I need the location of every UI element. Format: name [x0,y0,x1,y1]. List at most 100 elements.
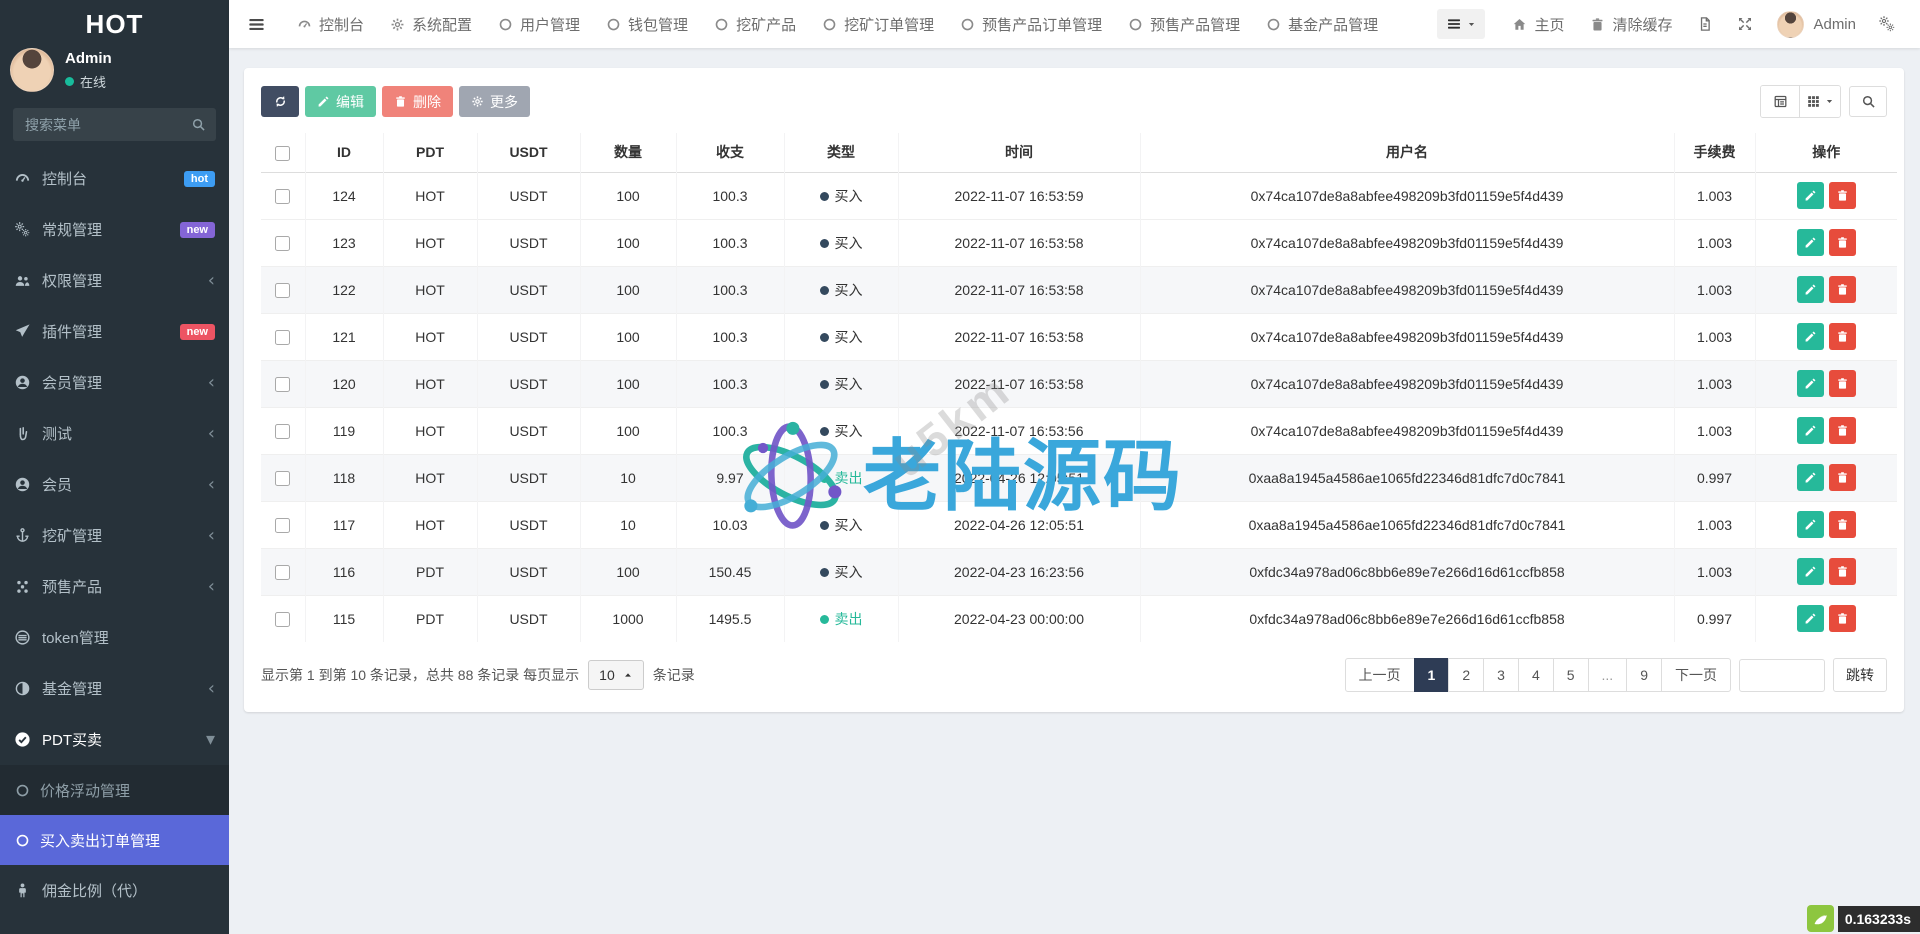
type-dot-icon [820,380,829,389]
delete-row-button[interactable] [1829,417,1856,444]
edit-row-button[interactable] [1797,182,1824,209]
row-checkbox[interactable] [275,283,290,298]
navbar-user-name: Admin [1813,16,1856,33]
navbar-link[interactable]: 预售产品管理 [1115,0,1253,48]
row-checkbox[interactable] [275,189,290,204]
refresh-page-button[interactable] [1685,16,1725,32]
cell-usdt: USDT [477,595,580,642]
select-all-checkbox[interactable] [275,146,290,161]
navbar-link[interactable]: 挖矿订单管理 [809,0,947,48]
type-label: 买入 [835,188,863,204]
fullscreen-button[interactable] [1725,16,1765,32]
edit-row-button[interactable] [1797,229,1824,256]
sidebar-item[interactable]: PDT买卖▾ [0,714,229,765]
edit-row-button[interactable] [1797,558,1824,585]
sidebar-item[interactable]: 权限管理‹ [0,255,229,306]
delete-row-button[interactable] [1829,464,1856,491]
jump-button[interactable]: 跳转 [1833,658,1887,692]
delete-row-button[interactable] [1829,229,1856,256]
caret-up-icon [623,670,633,680]
chevron-left-icon: ‹ [208,527,215,545]
edit-row-button[interactable] [1797,276,1824,303]
edit-button[interactable]: 编辑 [305,86,376,117]
sidebar-item-label: 挖矿管理 [42,525,102,546]
sidebar-item[interactable]: 基金管理‹ [0,663,229,714]
page-button[interactable]: 1 [1414,658,1450,692]
columns-button[interactable] [1799,86,1840,117]
table-search-button[interactable] [1849,86,1887,117]
row-checkbox[interactable] [275,565,290,580]
refresh-button[interactable] [261,86,299,117]
cell-qty: 100 [580,172,676,219]
row-checkbox[interactable] [275,330,290,345]
more-button[interactable]: 更多 [459,86,530,117]
delete-row-button[interactable] [1829,558,1856,585]
delete-button[interactable]: 删除 [382,86,453,117]
sidebar-toggle-button[interactable] [229,15,284,34]
page-button[interactable]: 4 [1518,658,1554,692]
row-checkbox[interactable] [275,424,290,439]
edit-row-button[interactable] [1797,511,1824,538]
type-label: 买入 [835,423,863,439]
sidebar-item[interactable]: 会员管理‹ [0,357,229,408]
edit-row-button[interactable] [1797,464,1824,491]
cell-usdt: USDT [477,172,580,219]
page-button[interactable]: 3 [1483,658,1519,692]
sidebar-item[interactable]: 会员‹ [0,459,229,510]
navbar-menu-button[interactable] [1437,9,1485,39]
edit-row-button[interactable] [1797,323,1824,350]
navbar-link[interactable]: 用户管理 [485,0,593,48]
pencil-icon [317,95,330,108]
sidebar-item[interactable]: 挖矿管理 ‹ [0,510,229,561]
delete-row-button[interactable] [1829,323,1856,350]
sidebar-item-label: 权限管理 [42,270,102,291]
edit-row-button[interactable] [1797,605,1824,632]
delete-row-button[interactable] [1829,605,1856,632]
page-button[interactable]: 2 [1448,658,1484,692]
sidebar-item[interactable]: token管理 [0,612,229,663]
edit-row-button[interactable] [1797,370,1824,397]
sidebar-item[interactable]: 常规管理new [0,204,229,255]
jump-page-input[interactable] [1739,659,1825,692]
cell-amount: 100.3 [676,407,784,454]
sidebar-item[interactable]: 插件管理new [0,306,229,357]
sidebar-item-label: 会员管理 [42,372,102,393]
settings-button[interactable] [1868,15,1906,33]
next-page-button[interactable]: 下一页 [1661,658,1731,692]
page-button[interactable]: 5 [1553,658,1589,692]
prev-page-button[interactable]: 上一页 [1345,658,1415,692]
row-checkbox[interactable] [275,377,290,392]
page-size-select[interactable]: 10 [588,660,644,690]
navbar-link[interactable]: 挖矿产品 [701,0,809,48]
navbar-link[interactable]: 钱包管理 [593,0,701,48]
row-checkbox[interactable] [275,612,290,627]
table-list-icon [1773,94,1788,109]
delete-row-button[interactable] [1829,276,1856,303]
edit-row-button[interactable] [1797,417,1824,444]
sidebar-item[interactable]: 控制台hot [0,153,229,204]
sidebar-search-input[interactable] [13,108,216,141]
token-icon [14,629,31,646]
sidebar-item[interactable]: 测试‹ [0,408,229,459]
navbar-link[interactable]: 控制台 [284,0,377,48]
sidebar-item[interactable]: 预售产品‹ [0,561,229,612]
navbar-link[interactable]: 预售产品订单管理 [947,0,1115,48]
sidebar-subitem[interactable]: 价格浮动管理 [0,765,229,815]
row-checkbox[interactable] [275,236,290,251]
delete-row-button[interactable] [1829,182,1856,209]
sidebar-item[interactable]: 佣金比例（代） [0,865,229,916]
cell-fee: 1.003 [1674,172,1755,219]
navbar-user-menu[interactable]: Admin [1765,11,1868,38]
cell-id: 123 [305,219,383,266]
sidebar-subitem[interactable]: 买入卖出订单管理 [0,815,229,865]
navbar-link[interactable]: 系统配置 [377,0,485,48]
page-button[interactable]: 9 [1626,658,1662,692]
home-link[interactable]: 主页 [1499,14,1577,35]
delete-row-button[interactable] [1829,511,1856,538]
delete-row-button[interactable] [1829,370,1856,397]
clear-cache-link[interactable]: 清除缓存 [1577,14,1685,35]
toggle-view-button[interactable] [1761,86,1799,117]
row-checkbox[interactable] [275,518,290,533]
navbar-link[interactable]: 基金产品管理 [1253,0,1391,48]
row-checkbox[interactable] [275,471,290,486]
